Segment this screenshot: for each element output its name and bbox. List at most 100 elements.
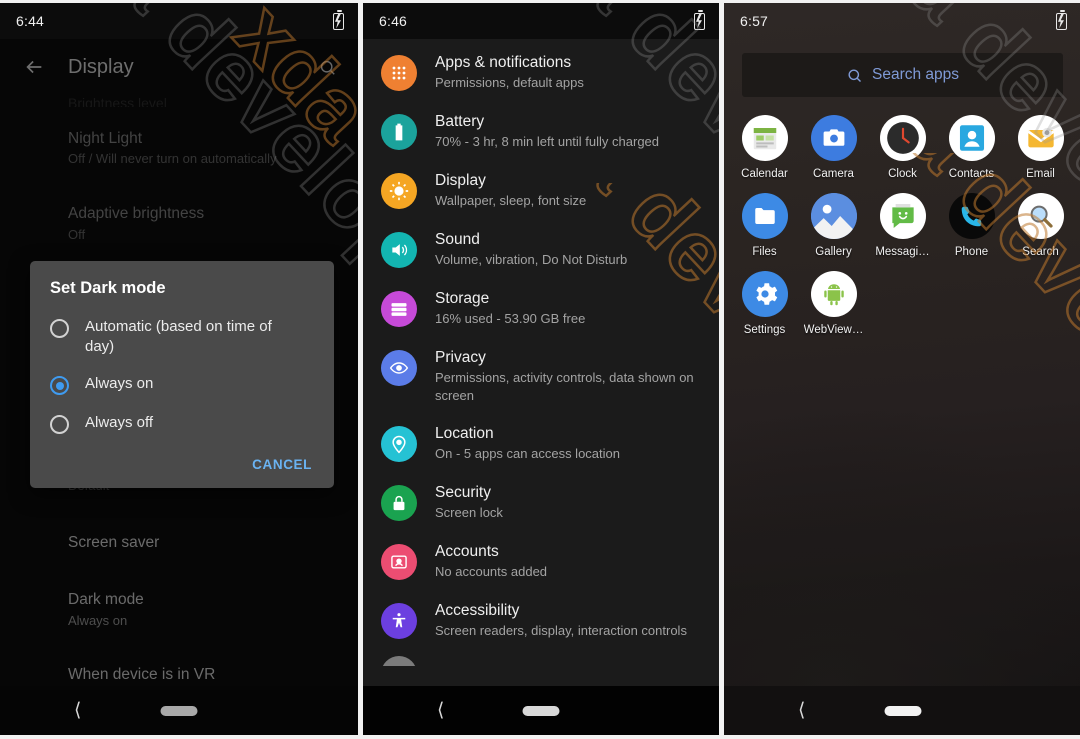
volume-icon: [381, 231, 417, 268]
nav-back-icon[interactable]: ⟨: [798, 701, 805, 720]
settings-item-subtitle: Permissions, activity controls, data sho…: [435, 369, 694, 403]
search-apps-placeholder: Search apps: [871, 66, 960, 83]
radio-button-unselected-icon[interactable]: [50, 319, 69, 338]
settings-item-accessibility[interactable]: Accessibility Screen readers, display, i…: [363, 591, 719, 650]
settings-item-title: Sound: [435, 230, 480, 248]
navigation-bar: ⟨: [363, 686, 719, 735]
privacy-eye-icon: [381, 349, 417, 386]
app-label: Camera: [813, 168, 854, 180]
home-pill-indicator[interactable]: [884, 705, 921, 716]
settings-item-text: Accessibility Screen readers, display, i…: [435, 601, 697, 640]
radio-option-label: Automatic (based on time of day): [85, 318, 272, 355]
app-phone[interactable]: Phone: [937, 193, 1006, 258]
settings-item-subtitle: 16% used - 53.90 GB free: [435, 311, 586, 327]
settings-item-location[interactable]: Location On - 5 apps can access location: [363, 414, 719, 473]
radio-option-always-on[interactable]: Always on: [30, 365, 334, 404]
search-apps-bar[interactable]: Search apps: [742, 53, 1063, 97]
app-label: Files: [752, 246, 777, 258]
settings-item-accounts[interactable]: Accounts No accounts added: [363, 532, 719, 591]
camera-app-icon: [810, 115, 857, 161]
radio-button-unselected-icon[interactable]: [50, 415, 69, 434]
settings-item-text: Display Wallpaper, sleep, font size: [435, 171, 697, 210]
settings-item-subtitle: Volume, vibration, Do Not Disturb: [435, 252, 628, 268]
settings-item-title: Battery: [435, 112, 485, 130]
settings-item-text: Security Screen lock: [435, 483, 697, 522]
battery-charging-icon: [1056, 9, 1067, 30]
settings-item-partial[interactable]: [363, 650, 719, 666]
email-app-icon: [1017, 115, 1064, 161]
files-app-icon: [741, 193, 788, 239]
settings-item-apps[interactable]: Apps & notifications Permissions, defaul…: [363, 43, 719, 102]
settings-item-subtitle: Wallpaper, sleep, font size: [435, 193, 587, 209]
app-webview[interactable]: WebView…: [799, 271, 868, 336]
radio-button-selected-icon[interactable]: [50, 376, 69, 395]
status-bar-time: 6:46: [379, 13, 408, 29]
battery-charging-icon: [333, 9, 344, 30]
nav-back-icon[interactable]: ⟨: [74, 701, 81, 720]
settings-item-security[interactable]: Security Screen lock: [363, 473, 719, 532]
radio-option-label: Always off: [85, 414, 154, 431]
app-label: Calendar: [741, 168, 788, 180]
radio-option-always-off[interactable]: Always off: [30, 404, 334, 443]
dark-mode-dialog: Set Dark mode Automatic (based on time o…: [30, 261, 334, 488]
app-clock[interactable]: Clock: [868, 115, 937, 180]
home-pill-indicator[interactable]: [160, 705, 198, 716]
screenshot-stage: 6:44 Display Brightness level Night Ligh…: [0, 0, 1080, 739]
battery-charging-icon: [694, 9, 705, 30]
dialog-actions: CANCEL: [30, 443, 334, 478]
accessibility-icon: [381, 602, 417, 639]
app-label: Phone: [954, 246, 989, 258]
app-label: Search: [1022, 246, 1059, 258]
app-label: Messagi…: [875, 246, 930, 258]
settings-item-text: Apps & notifications Permissions, defaul…: [435, 53, 697, 92]
app-calendar[interactable]: Calendar: [730, 115, 799, 180]
app-contacts[interactable]: Contacts: [937, 115, 1006, 180]
app-label: Contacts: [948, 168, 995, 180]
radio-option-automatic[interactable]: Automatic (based on time of day): [30, 308, 334, 365]
settings-item-battery[interactable]: Battery 70% - 3 hr, 8 min left until ful…: [363, 102, 719, 161]
settings-item-subtitle: Screen readers, display, interaction con…: [435, 623, 687, 639]
app-label: Settings: [743, 324, 786, 336]
app-files[interactable]: Files: [730, 193, 799, 258]
settings-item-title: Apps & notifications: [435, 54, 572, 71]
nav-back-icon[interactable]: ⟨: [437, 701, 444, 720]
calendar-app-icon: [741, 115, 788, 161]
settings-item-subtitle: On - 5 apps can access location: [435, 446, 620, 462]
status-bar: 6:46: [363, 3, 719, 39]
app-gallery[interactable]: Gallery: [799, 193, 868, 258]
settings-app-icon: [741, 271, 788, 317]
status-bar-icons: [694, 9, 705, 30]
settings-item-text: Battery 70% - 3 hr, 8 min left until ful…: [435, 112, 697, 151]
app-search[interactable]: Search: [1006, 193, 1075, 258]
settings-list: Apps & notifications Permissions, defaul…: [363, 39, 719, 666]
messaging-app-icon: [879, 193, 926, 239]
settings-item-storage[interactable]: Storage 16% used - 53.90 GB free: [363, 279, 719, 338]
settings-item-privacy[interactable]: Privacy Permissions, activity controls, …: [363, 338, 719, 414]
app-email[interactable]: Email: [1006, 115, 1075, 180]
status-bar-icons: [333, 9, 344, 30]
clock-app-icon: [879, 115, 926, 161]
app-grid: Calendar Camera Clock Contacts Email Fil…: [724, 97, 1080, 336]
account-icon: [381, 543, 417, 580]
app-messaging[interactable]: Messagi…: [868, 193, 937, 258]
settings-item-title: Accounts: [435, 542, 499, 560]
storage-icon: [381, 290, 417, 327]
gallery-app-icon: [810, 193, 857, 239]
settings-item-title: Privacy: [435, 348, 486, 366]
battery-icon: [381, 113, 417, 150]
settings-item-sound[interactable]: Sound Volume, vibration, Do Not Disturb: [363, 220, 719, 279]
home-pill-indicator[interactable]: [522, 705, 560, 716]
settings-item-display[interactable]: Display Wallpaper, sleep, font size: [363, 161, 719, 220]
settings-item-subtitle: Permissions, default apps: [435, 75, 584, 91]
phone-app-icon: [948, 193, 995, 239]
contacts-app-icon: [948, 115, 995, 161]
status-bar: 6:57: [724, 3, 1080, 39]
settings-item-text: Sound Volume, vibration, Do Not Disturb: [435, 230, 697, 269]
phone-panel-settings-list: Bluetooth, NFC 6:46 Apps & notifications…: [363, 3, 719, 735]
cancel-button[interactable]: CANCEL: [252, 457, 312, 472]
app-settings[interactable]: Settings: [730, 271, 799, 336]
app-camera[interactable]: Camera: [799, 115, 868, 180]
status-bar-time: 6:44: [16, 13, 45, 29]
location-pin-icon: [381, 426, 417, 463]
search-app-icon: [1017, 193, 1064, 239]
